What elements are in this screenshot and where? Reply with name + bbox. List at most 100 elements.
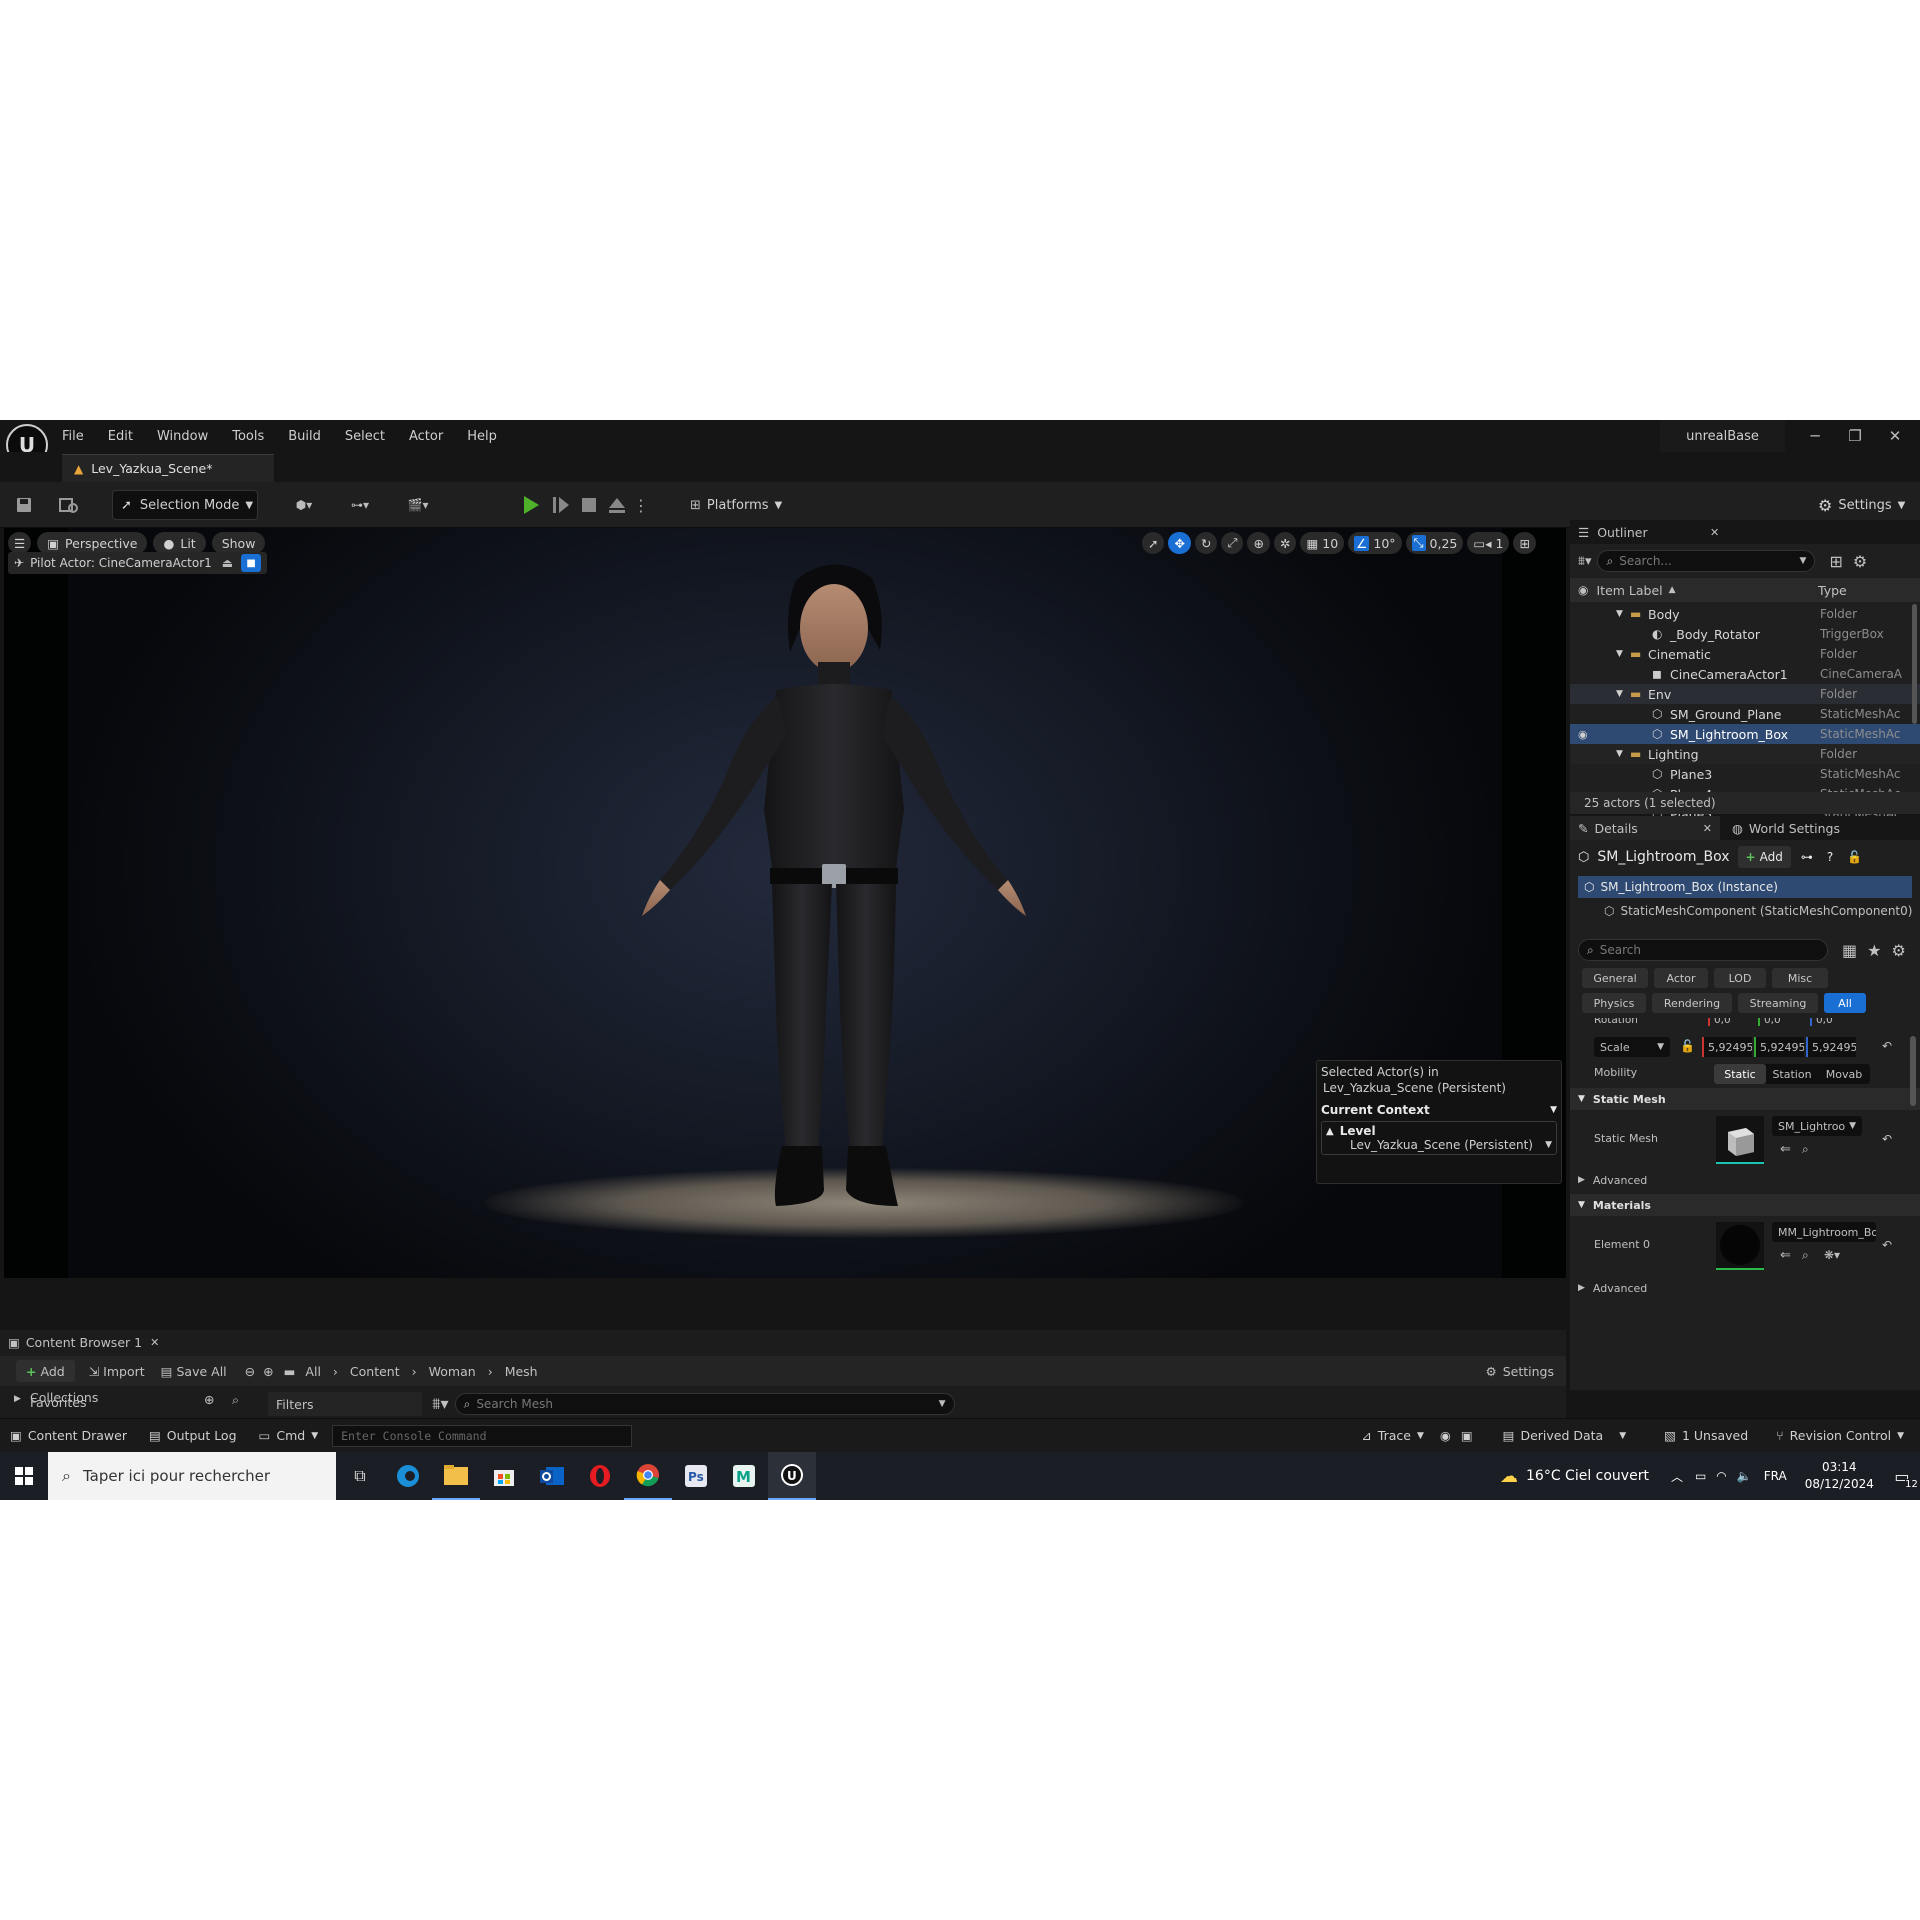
rotation-label[interactable]: Rotation [1594, 1018, 1638, 1026]
camera-speed-button[interactable]: ▭◂ 1 [1467, 532, 1510, 554]
breadcrumb-woman[interactable]: Woman [429, 1364, 476, 1379]
outliner-search-input[interactable]: ⌕ Search... ▼ [1597, 550, 1816, 572]
trace-dropdown[interactable]: ⊿ Trace ▼ [1361, 1428, 1424, 1443]
world-settings-tab[interactable]: ◍ World Settings [1720, 821, 1840, 836]
unsaved-button[interactable]: ▧ 1 Unsaved [1664, 1428, 1748, 1443]
mobility-movable[interactable]: Movab [1818, 1064, 1870, 1084]
component-row[interactable]: ⬡ StaticMeshComponent (StaticMeshCompone… [1578, 900, 1918, 922]
weather-label[interactable]: 16°C Ciel couvert [1526, 1468, 1649, 1484]
forward-icon[interactable]: ⊕ [263, 1364, 273, 1379]
add-folder-icon[interactable]: ⊞ [1829, 552, 1842, 571]
filter-general[interactable]: General [1582, 968, 1648, 988]
breadcrumb-all[interactable]: All [305, 1364, 321, 1379]
gear-icon[interactable]: ⚙ [1853, 552, 1867, 571]
add-component-button[interactable]: + Add [1737, 846, 1791, 868]
scale-snap-button[interactable]: ⤡ 0,25 [1405, 532, 1464, 554]
photoshop-icon[interactable]: Ps [672, 1452, 720, 1500]
back-icon[interactable]: ⊖ [245, 1364, 255, 1379]
type-header[interactable]: Type [1818, 583, 1847, 598]
instance-row[interactable]: ⬡ SM_Lightroom_Box (Instance) [1578, 876, 1912, 898]
level-viewport[interactable]: ☰ ▣ Perspective ● Lit Show ✈ Pilot Actor… [4, 528, 1566, 1278]
breadcrumb-content[interactable]: Content [350, 1364, 400, 1379]
current-context-header[interactable]: Current Context ▼ [1317, 1097, 1561, 1119]
blueprint-icon[interactable]: ⊶ [1801, 850, 1813, 864]
lit-button[interactable]: ● Lit [153, 532, 206, 554]
rotation-x[interactable]: 0,0 ° [1708, 1018, 1754, 1026]
outliner-row[interactable]: ▼ ▬ Env Folder [1570, 684, 1920, 704]
level-dropdown[interactable]: Lev_Yazkua_Scene (Persistent) ▼ [1326, 1138, 1552, 1152]
play-icon[interactable] [520, 494, 542, 516]
breadcrumb-mesh[interactable]: Mesh [505, 1364, 538, 1379]
minimize-icon[interactable]: ─ [1795, 420, 1835, 452]
filter-physics[interactable]: Physics [1582, 993, 1646, 1013]
scale-z[interactable]: 5,92495 [1806, 1037, 1856, 1057]
filter-rendering[interactable]: Rendering [1652, 993, 1732, 1013]
save-icon[interactable] [14, 496, 34, 514]
viewport-layout-icon[interactable]: ⊞ [1513, 532, 1536, 554]
content-drawer-button[interactable]: ▣ Content Drawer [10, 1428, 127, 1443]
revision-control-dropdown[interactable]: ⑂ Revision Control ▼ [1776, 1428, 1904, 1443]
more-options-icon[interactable]: ⋮ [633, 494, 649, 516]
volume-icon[interactable]: 🔈 [1737, 1469, 1752, 1483]
menu-tools[interactable]: Tools [232, 429, 264, 444]
scale-y[interactable]: 5,92495 [1754, 1037, 1804, 1057]
material-thumbnail[interactable] [1716, 1222, 1764, 1270]
grid-snap-button[interactable]: ▦ 10 [1300, 532, 1345, 554]
store-icon[interactable] [480, 1452, 528, 1500]
favorites-label[interactable]: Favorites [30, 1395, 86, 1410]
chevron-down-icon[interactable]: ▼ [1616, 609, 1623, 619]
unreal-engine-icon[interactable]: U [768, 1452, 816, 1500]
import-button[interactable]: ⇲ Import [89, 1364, 145, 1379]
chevron-up-icon[interactable]: ︿ [1671, 1468, 1683, 1485]
filter-lod[interactable]: LOD [1714, 968, 1766, 988]
platforms-dropdown[interactable]: ⊞ Platforms ▼ [684, 490, 788, 520]
static-mesh-section[interactable]: ▼ Static Mesh [1570, 1088, 1920, 1110]
static-mesh-dropdown[interactable]: SM_Lightroo ▼ [1772, 1116, 1862, 1136]
reset-icon[interactable]: ↶ [1882, 1238, 1892, 1252]
advanced-row-2[interactable]: ▶ Advanced [1570, 1278, 1920, 1298]
filter-icon[interactable]: ⩩▾ [1578, 554, 1591, 569]
use-selected-icon[interactable]: ⇐ [1780, 1248, 1791, 1263]
filter-all[interactable]: All [1824, 993, 1866, 1013]
item-label-header[interactable]: Item Label [1596, 583, 1662, 598]
surface-snap-icon[interactable]: ✲ [1273, 532, 1297, 554]
task-view-icon[interactable]: ⧉ [336, 1452, 384, 1500]
rotation-z[interactable]: 0,0 ° [1810, 1018, 1856, 1026]
scale-tool-icon[interactable]: ⤢ [1221, 532, 1244, 554]
clock[interactable]: 03:14 08/12/2024 [1805, 1459, 1874, 1493]
help-icon[interactable]: ? [1827, 850, 1833, 864]
hamburger-menu-icon[interactable]: ☰ [8, 532, 32, 554]
step-icon[interactable] [550, 494, 572, 516]
cb-settings-button[interactable]: ⚙ Settings [1486, 1364, 1555, 1379]
opera-icon[interactable] [576, 1452, 624, 1500]
language-label[interactable]: FRA [1764, 1469, 1787, 1483]
restore-icon[interactable]: ❐ [1835, 420, 1875, 452]
filter-icon[interactable]: ⩩▾ [432, 1394, 449, 1414]
details-search-input[interactable]: ⌕ Search [1578, 939, 1828, 961]
add-collection-icon[interactable]: ⊕ [204, 1392, 214, 1407]
filter-misc[interactable]: Misc [1772, 968, 1828, 988]
outliner-row[interactable]: ◉ ⬡ SM_Lightroom_Box StaticMeshAc [1570, 724, 1920, 744]
select-tool-icon[interactable]: ➚ [1142, 532, 1165, 554]
content-browser-tab[interactable]: ▣ Content Browser 1 ✕ [0, 1330, 170, 1354]
outliner-tab[interactable]: ☰ Outliner ✕ [1570, 520, 1920, 544]
close-icon[interactable]: ✕ [150, 1336, 159, 1349]
outliner-row[interactable]: ⬡ Plane3 StaticMeshAc [1570, 764, 1920, 784]
visibility-eye-icon[interactable]: ◉ [1578, 728, 1588, 741]
metahuman-icon[interactable]: M [720, 1452, 768, 1500]
usb-icon[interactable]: ▭ [1695, 1469, 1706, 1483]
eject-icon[interactable] [606, 494, 628, 516]
windows-start-icon[interactable] [0, 1452, 48, 1500]
gear-icon[interactable]: ⚙ [1891, 941, 1905, 960]
browse-icon[interactable]: ⌕ [1802, 1248, 1809, 1263]
menu-file[interactable]: File [62, 429, 84, 444]
cb-search-input[interactable]: ⌕ Search Mesh ▼ [454, 1393, 955, 1415]
scale-lock-icon[interactable]: 🔓 [1680, 1039, 1695, 1053]
outliner-scrollbar[interactable] [1912, 604, 1917, 724]
rotate-tool-icon[interactable]: ↻ [1194, 532, 1218, 554]
save-all-button[interactable]: ▤ Save All [161, 1364, 227, 1379]
edge-icon[interactable] [384, 1452, 432, 1500]
use-selected-icon[interactable]: ⇐ [1780, 1142, 1791, 1157]
settings-dropdown[interactable]: ⚙ Settings ▼ [1812, 490, 1911, 520]
output-log-button[interactable]: ▤ Output Log [149, 1428, 237, 1443]
